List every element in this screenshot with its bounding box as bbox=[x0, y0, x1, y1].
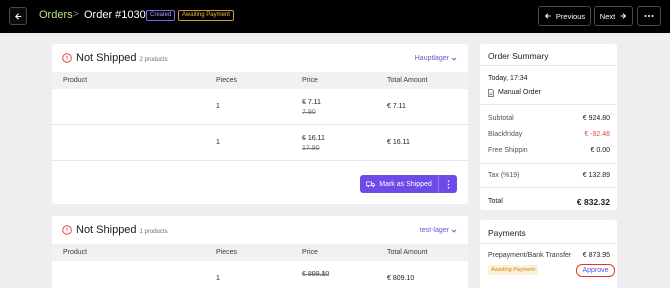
order-summary-panel: Order Summary Today, 17:34 Manual Order … bbox=[480, 44, 617, 210]
total-cell: € 16.11 bbox=[387, 139, 410, 146]
product-count: 1 products bbox=[139, 229, 168, 235]
original-price: € 17.90 bbox=[302, 135, 320, 152]
warehouse-label: test-lager bbox=[419, 227, 449, 234]
mark-as-shipped-button-group: Mark as Shipped bbox=[360, 175, 457, 193]
shipment-status: Not Shipped bbox=[76, 224, 137, 236]
table-row[interactable]: 1 € 899.00 € 809.10 € 809.10 bbox=[52, 261, 468, 288]
column-header: Pieces bbox=[216, 77, 238, 84]
shipment-header: Not Shipped 2 products Hauptlager bbox=[52, 44, 468, 72]
shipment-more-button[interactable] bbox=[439, 175, 457, 193]
truck-icon bbox=[366, 181, 376, 187]
breadcrumb-separator: > bbox=[73, 9, 79, 20]
price-cell: € 17.90 € 16.11 bbox=[302, 134, 325, 152]
pieces-cell: 1 bbox=[216, 139, 220, 146]
original-price: € 899.00 bbox=[302, 271, 330, 278]
pieces-cell: 1 bbox=[216, 103, 220, 110]
shipping-value: € 0.00 bbox=[590, 147, 610, 154]
table-row[interactable]: 1 € 7.90 € 7.11 € 7.11 bbox=[52, 89, 468, 125]
approve-label: Approve bbox=[582, 267, 609, 274]
total-cell: € 809.10 bbox=[387, 275, 415, 282]
subtotal-label: Subtotal bbox=[488, 115, 514, 122]
next-button[interactable]: Next bbox=[594, 6, 633, 26]
table-row[interactable]: 1 € 17.90 € 16.11 € 16.11 bbox=[52, 125, 468, 161]
table-header: Product Pieces Price Total Amount bbox=[52, 244, 468, 261]
document-icon bbox=[488, 89, 494, 97]
alert-circle-icon bbox=[62, 225, 72, 235]
warehouse-select[interactable]: test-lager bbox=[420, 227, 457, 234]
shipment-card: Not Shipped 2 products Hauptlager Product… bbox=[52, 44, 468, 204]
top-bar: Orders > Order #1030 Created Awaiting Pa… bbox=[0, 0, 670, 33]
payments-title: Payments bbox=[488, 228, 526, 238]
column-header: Product bbox=[63, 249, 88, 256]
previous-label: Previous bbox=[555, 11, 586, 21]
arrow-right-icon bbox=[620, 13, 627, 19]
divider bbox=[480, 163, 617, 164]
ellipsis-icon bbox=[644, 15, 654, 17]
column-header: Total Amount bbox=[387, 77, 428, 84]
divider bbox=[480, 65, 617, 66]
mark-as-shipped-button[interactable]: Mark as Shipped bbox=[360, 175, 439, 193]
order-date: Today, 17:34 bbox=[488, 75, 528, 82]
column-header: Price bbox=[302, 77, 318, 84]
payments-panel: Payments Prepayment/Bank Transfer € 873.… bbox=[480, 220, 617, 288]
divider bbox=[480, 243, 617, 244]
divider bbox=[480, 187, 617, 188]
total-label: Total bbox=[488, 198, 503, 205]
divider bbox=[480, 104, 617, 105]
tax-value: € 132.89 bbox=[582, 172, 610, 179]
payment-method: Prepayment/Bank Transfer bbox=[488, 252, 572, 259]
column-header: Price bbox=[302, 249, 318, 256]
shipment-header: Not Shipped 1 products test-lager bbox=[52, 216, 468, 244]
discount-label: Blackfriday bbox=[488, 131, 523, 138]
shipment-title: Not Shipped 2 products bbox=[76, 52, 168, 64]
total-cell: € 7.11 bbox=[387, 103, 406, 110]
discount-value: € -92.48 bbox=[584, 131, 610, 138]
order-source: Manual Order bbox=[498, 89, 541, 96]
shipment-status: Not Shipped bbox=[76, 52, 137, 64]
shipping-label: Free Shippin bbox=[488, 147, 528, 154]
warehouse-select[interactable]: Hauptlager bbox=[415, 55, 457, 62]
more-options-button[interactable] bbox=[637, 6, 661, 26]
back-button[interactable] bbox=[9, 7, 27, 25]
shipment-title: Not Shipped 1 products bbox=[76, 224, 168, 236]
alert-circle-icon bbox=[62, 53, 72, 63]
chevron-down-icon bbox=[451, 229, 457, 233]
chevron-down-icon bbox=[451, 57, 457, 61]
original-price: € 7.90 bbox=[302, 99, 316, 116]
price-cell: € 899.00 € 809.10 bbox=[302, 270, 329, 280]
next-label: Next bbox=[599, 11, 616, 21]
arrow-left-icon bbox=[14, 12, 21, 20]
pieces-cell: 1 bbox=[216, 275, 220, 282]
approve-button[interactable]: Approve bbox=[576, 264, 615, 277]
vertical-ellipsis-icon bbox=[447, 179, 449, 189]
payment-amount: € 873.95 bbox=[582, 252, 610, 259]
shipment-card: Not Shipped 1 products test-lager Product… bbox=[52, 216, 468, 288]
warehouse-label: Hauptlager bbox=[414, 55, 449, 62]
status-badge-created: Created bbox=[146, 10, 176, 21]
status-badge-payment: Awaiting Payment bbox=[178, 10, 234, 21]
product-count: 2 products bbox=[139, 57, 168, 63]
subtotal-value: € 924.80 bbox=[582, 115, 610, 122]
page-title: Order #1030 bbox=[84, 9, 146, 21]
order-summary-title: Order Summary bbox=[488, 51, 549, 61]
tax-label: Tax (%19) bbox=[488, 172, 520, 179]
previous-button[interactable]: Previous bbox=[538, 6, 591, 26]
breadcrumb-orders[interactable]: Orders bbox=[39, 9, 73, 21]
column-header: Total Amount bbox=[387, 249, 428, 256]
column-header: Product bbox=[63, 77, 88, 84]
arrow-left-icon bbox=[544, 13, 551, 19]
price-cell: € 7.90 € 7.11 bbox=[302, 98, 321, 116]
table-header: Product Pieces Price Total Amount bbox=[52, 72, 468, 89]
mark-as-shipped-label: Mark as Shipped bbox=[379, 180, 432, 188]
total-value: € 832.32 bbox=[576, 197, 610, 207]
column-header: Pieces bbox=[216, 249, 238, 256]
payment-status-badge: Awaiting Payment bbox=[488, 265, 538, 275]
